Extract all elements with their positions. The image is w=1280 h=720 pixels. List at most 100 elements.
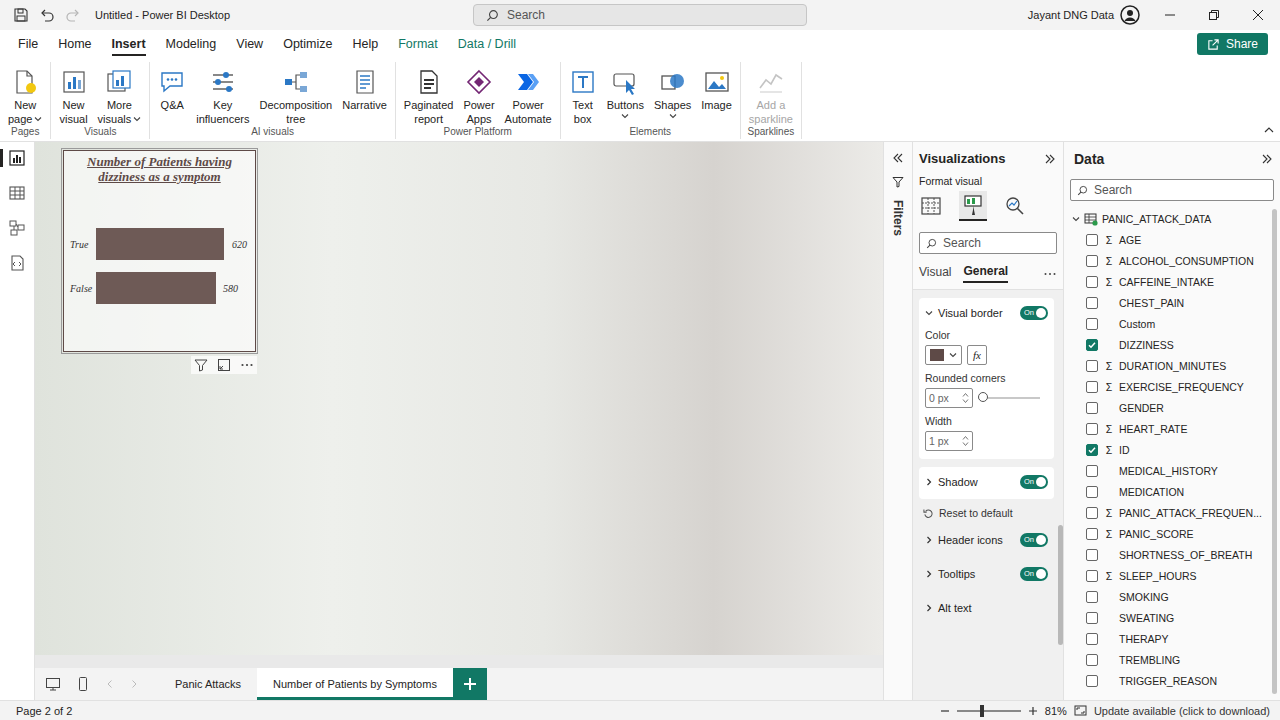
mobile-layout-icon[interactable]: [75, 676, 91, 692]
field-checkbox[interactable]: [1086, 570, 1098, 582]
ribbon-tab[interactable]: File: [8, 32, 48, 56]
field-checkbox[interactable]: [1086, 486, 1098, 498]
field-checkbox[interactable]: [1086, 234, 1098, 246]
field-row[interactable]: Σ DURATION_MINUTES: [1064, 355, 1272, 376]
field-row[interactable]: DIZZINESS: [1064, 334, 1272, 355]
format-section[interactable]: Header icons On: [919, 527, 1054, 553]
ribbon-tab[interactable]: View: [226, 32, 273, 56]
field-row[interactable]: TRIGGER_REASON: [1064, 670, 1272, 691]
field-checkbox[interactable]: [1086, 633, 1098, 645]
ribbon-button[interactable]: Shapes: [650, 68, 695, 120]
zoom-out-icon[interactable]: [940, 706, 950, 716]
field-row[interactable]: CHEST_PAIN: [1064, 292, 1272, 313]
ribbon-tab[interactable]: Optimize: [273, 32, 342, 56]
field-checkbox[interactable]: [1086, 549, 1098, 561]
format-tab[interactable]: General: [963, 264, 1008, 283]
field-row[interactable]: MEDICAL_HISTORY: [1064, 460, 1272, 481]
filter-icon[interactable]: [194, 358, 208, 372]
format-tab[interactable]: [959, 191, 987, 221]
minimize-button[interactable]: [1148, 0, 1192, 30]
redo-icon[interactable]: [65, 7, 81, 23]
field-checkbox[interactable]: [1086, 339, 1098, 351]
save-icon[interactable]: [13, 7, 29, 23]
field-row[interactable]: Σ SLEEP_HOURS: [1064, 565, 1272, 586]
field-row[interactable]: SWEATING: [1064, 607, 1272, 628]
zoom-in-icon[interactable]: [1028, 706, 1038, 716]
previous-page-icon[interactable]: [105, 679, 115, 689]
field-checkbox[interactable]: [1086, 318, 1098, 330]
ribbon-button[interactable]: Textbox: [565, 68, 601, 126]
ribbon-button[interactable]: Q&A: [154, 68, 190, 112]
user-name[interactable]: Jayant DNG Data: [1028, 9, 1114, 21]
field-row[interactable]: Σ EXERCISE_FREQUENCY: [1064, 376, 1272, 397]
conditional-format-button[interactable]: fx: [967, 345, 987, 365]
spin-input[interactable]: 0 px: [925, 388, 973, 408]
bar[interactable]: [96, 228, 224, 260]
search-box[interactable]: Search: [473, 4, 807, 26]
expand-left-icon[interactable]: [892, 152, 904, 164]
format-search[interactable]: Search: [919, 232, 1057, 254]
ribbon-tab[interactable]: Data / Drill: [448, 32, 526, 56]
ribbon-button[interactable]: Paginatedreport: [400, 68, 458, 126]
field-row[interactable]: GENDER: [1064, 397, 1272, 418]
page-tab[interactable]: Panic Attacks: [159, 668, 257, 700]
ribbon-button[interactable]: Keyinfluencers: [192, 68, 253, 126]
undo-icon[interactable]: [39, 7, 55, 23]
field-row[interactable]: SHORTNESS_OF_BREATH: [1064, 544, 1272, 565]
ribbon-button[interactable]: Decompositiontree: [255, 68, 336, 126]
field-checkbox[interactable]: [1086, 423, 1098, 435]
toggle-switch[interactable]: On: [1020, 567, 1048, 581]
fit-to-page-icon[interactable]: [1074, 704, 1087, 717]
section-header[interactable]: Visual border On: [925, 304, 1048, 322]
color-picker[interactable]: [925, 345, 962, 365]
format-tab[interactable]: Visual: [919, 265, 951, 282]
data-search[interactable]: Search: [1070, 179, 1274, 201]
toggle-switch[interactable]: On: [1020, 475, 1048, 489]
share-button[interactable]: Share: [1197, 33, 1268, 55]
spin-arrows-icon[interactable]: [962, 392, 969, 404]
field-row[interactable]: Σ PANIC_SCORE: [1064, 523, 1272, 544]
ribbon-button[interactable]: Add asparkline: [745, 68, 797, 126]
field-checkbox[interactable]: [1086, 297, 1098, 309]
more-options-icon[interactable]: [240, 358, 254, 372]
field-checkbox[interactable]: [1086, 360, 1098, 372]
view-button[interactable]: [0, 182, 34, 204]
collapse-right-icon[interactable]: [1044, 153, 1056, 165]
collapse-right-icon[interactable]: [1261, 153, 1273, 165]
focus-mode-icon[interactable]: [217, 358, 231, 372]
field-checkbox[interactable]: [1086, 255, 1098, 267]
more-options-icon[interactable]: [1043, 267, 1057, 281]
field-checkbox[interactable]: [1086, 528, 1098, 540]
ribbon-button[interactable]: Morevisuals: [94, 68, 146, 126]
spin-input[interactable]: 1 px: [925, 431, 973, 451]
field-checkbox[interactable]: [1086, 402, 1098, 414]
filters-pane[interactable]: Filters: [883, 142, 912, 700]
field-row[interactable]: Σ PANIC_ATTACK_FREQUEN...: [1064, 502, 1272, 523]
view-button[interactable]: [0, 217, 34, 239]
spin-arrows-icon[interactable]: [962, 435, 969, 447]
ribbon-button[interactable]: Newpage: [4, 68, 46, 126]
field-checkbox[interactable]: [1086, 381, 1098, 393]
close-button[interactable]: [1236, 0, 1280, 30]
slider[interactable]: [978, 397, 1040, 399]
ribbon-button[interactable]: Buttons: [603, 68, 648, 120]
zoom-knob[interactable]: [980, 705, 984, 717]
ribbon-tab[interactable]: Help: [342, 32, 388, 56]
ribbon-button[interactable]: Image: [697, 68, 736, 112]
ribbon-tab[interactable]: Modeling: [156, 32, 227, 56]
zoom-slider[interactable]: [957, 710, 1021, 712]
bar[interactable]: [96, 272, 216, 304]
field-checkbox[interactable]: [1086, 444, 1098, 456]
toggle-switch[interactable]: On: [1020, 533, 1048, 547]
bar-chart-visual[interactable]: Number of Patients having dizziness as a…: [63, 150, 256, 352]
view-button[interactable]: [0, 252, 34, 274]
format-section[interactable]: Tooltips On: [919, 561, 1054, 587]
table-node[interactable]: PANIC_ATTACK_DATA: [1064, 209, 1272, 229]
field-checkbox[interactable]: [1086, 507, 1098, 519]
format-section[interactable]: Alt text: [919, 595, 1054, 621]
reset-to-default-button[interactable]: Reset to default: [919, 507, 1054, 519]
collapse-ribbon-icon[interactable]: [1264, 125, 1274, 135]
section-header[interactable]: Shadow On: [925, 473, 1048, 491]
update-notice[interactable]: Update available (click to download): [1094, 705, 1270, 717]
ribbon-tab[interactable]: Format: [388, 32, 448, 56]
